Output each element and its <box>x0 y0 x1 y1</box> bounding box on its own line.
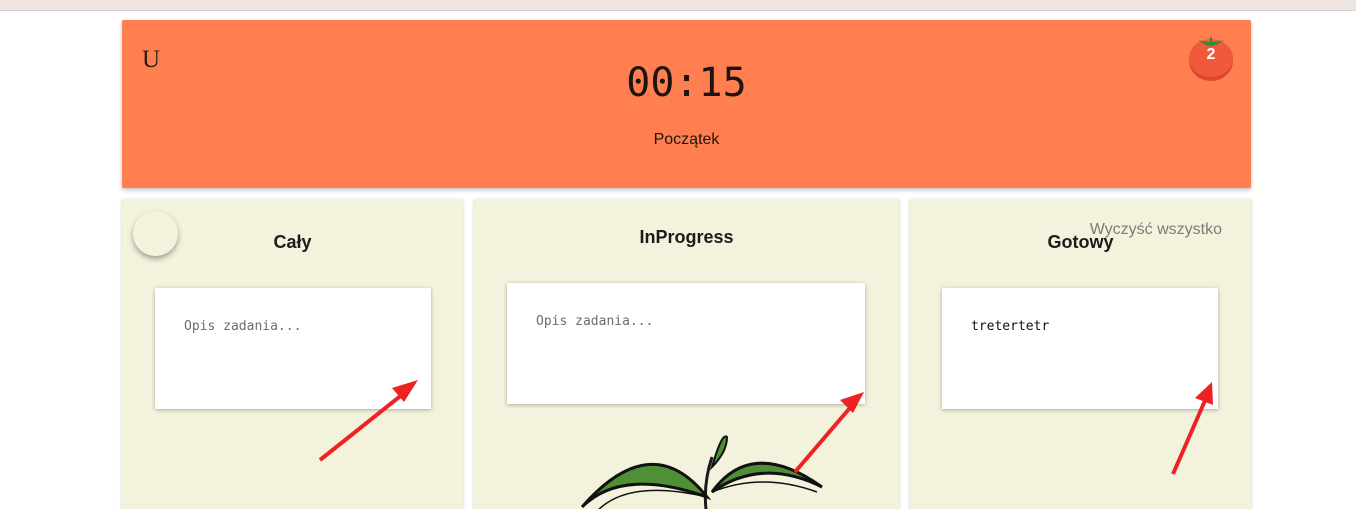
timer-panel: U 00:15 Początek 2 <box>122 20 1251 188</box>
browser-top-strip <box>0 0 1356 11</box>
task-description-input[interactable] <box>536 314 756 329</box>
plant-illustration <box>580 435 823 509</box>
start-button[interactable]: Początek <box>122 131 1251 149</box>
column-inprogress: InProgress <box>474 199 899 509</box>
column-title-inprogress: InProgress <box>639 227 734 247</box>
task-description-input[interactable] <box>184 319 404 334</box>
column-title-done: Gotowy <box>1047 232 1114 252</box>
column-title-all: Cały <box>273 232 312 252</box>
column-all: Cały <box>122 199 463 509</box>
task-card[interactable] <box>507 283 865 404</box>
column-done: Wyczyść wszystko Gotowy tretertetr <box>910 199 1251 509</box>
task-card[interactable] <box>155 288 431 409</box>
timer-display: 00:15 <box>626 60 747 106</box>
pomodoro-count: 2 <box>1206 46 1216 63</box>
task-description[interactable]: tretertetr <box>971 319 1191 334</box>
task-card[interactable]: tretertetr <box>942 288 1218 409</box>
